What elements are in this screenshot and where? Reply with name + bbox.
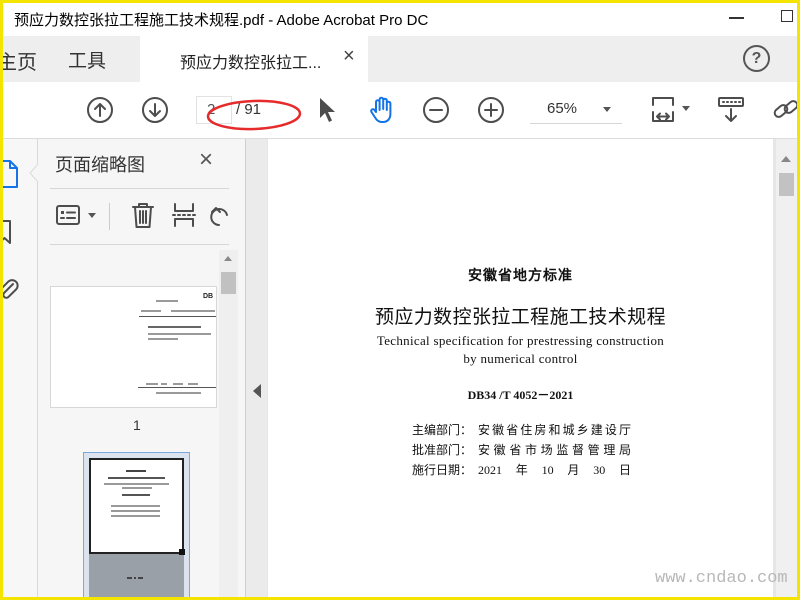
arrow-down-circle-icon[interactable]: [141, 96, 169, 124]
english-title-line: by numerical control: [463, 351, 578, 366]
thumbnail-view-box[interactable]: [89, 458, 184, 554]
annotation-ellipse: [206, 99, 302, 131]
maximize-icon: [781, 10, 793, 22]
chevron-left-icon: [253, 384, 261, 398]
tab-home[interactable]: 主页: [0, 36, 48, 82]
page-thumbnail[interactable]: DB: [50, 286, 217, 408]
zoom-select[interactable]: 65%: [530, 96, 622, 124]
info-value: 安徽省住房和城乡建设厅: [478, 423, 631, 437]
toolbar: [0, 82, 800, 139]
hand-tool-icon[interactable]: [367, 95, 397, 125]
thumbnail-page-label: 1: [133, 417, 141, 433]
scroll-mode-icon[interactable]: [716, 95, 746, 125]
thumbnail-cover-mark: DB: [203, 293, 214, 300]
bookmark-icon[interactable]: [0, 219, 13, 246]
minimize-button[interactable]: [722, 4, 752, 32]
tab-document[interactable]: 预应力数控张拉工... ×: [140, 36, 368, 82]
window-title: 预应力数控张拉工程施工技术规程.pdf - Adobe Acrobat Pro …: [14, 12, 429, 29]
toolbar-separator: [109, 203, 110, 230]
link-button[interactable]: [771, 95, 797, 125]
tab-bar: [0, 36, 800, 82]
active-pane-pointer: [29, 164, 39, 182]
panel-close-button[interactable]: ×: [199, 146, 213, 174]
tab-document-label: 预应力数控张拉工...: [180, 55, 322, 72]
info-value: 安徽省市场监督管理局: [478, 443, 631, 457]
navigation-pane-strip: [0, 139, 38, 600]
divider: [50, 244, 229, 245]
link-icon: [773, 100, 797, 118]
chevron-down-icon: [603, 107, 611, 112]
tab-tools[interactable]: 工具: [68, 46, 106, 73]
fit-page-dropdown-icon[interactable]: [682, 106, 690, 111]
select-pointer-icon[interactable]: [316, 96, 338, 124]
document-page: 安徽省地方标准 预应力数控张拉工程施工技术规程 Technical specif…: [268, 139, 773, 600]
info-row: 批准部门： 安徽省市场监督管理局: [412, 441, 632, 457]
tab-close-button[interactable]: ×: [343, 45, 355, 68]
maximize-button[interactable]: [774, 4, 798, 32]
zoom-out-icon[interactable]: [422, 96, 450, 124]
panel-title: 页面缩略图: [55, 155, 145, 175]
watermark: www.cndao.com: [655, 569, 788, 588]
zoom-in-icon[interactable]: [477, 96, 505, 124]
info-label: 施行日期：: [412, 463, 473, 477]
document-title: 预应力数控张拉工程施工技术规程: [374, 307, 666, 328]
info-row: 主编部门： 安徽省住房和城乡建设厅: [412, 421, 632, 437]
scroll-up-icon[interactable]: [781, 156, 791, 162]
info-label: 主编部门：: [412, 423, 473, 437]
scrollbar-thumb[interactable]: [221, 272, 236, 294]
collapse-pane-handle[interactable]: [246, 139, 267, 600]
fit-page-icon[interactable]: [648, 95, 678, 125]
minimize-icon: [729, 17, 744, 19]
thumbnail-options-icon[interactable]: [55, 203, 83, 227]
info-label: 批准部门：: [412, 443, 473, 457]
tab-home-label: 主页: [0, 52, 37, 74]
trash-icon[interactable]: [130, 201, 156, 229]
divider: [50, 188, 229, 189]
insert-pages-icon[interactable]: [170, 201, 198, 229]
panel-scrollbar[interactable]: [219, 250, 238, 600]
zoom-value: 65%: [547, 100, 578, 117]
scroll-up-icon[interactable]: [224, 256, 232, 261]
help-button[interactable]: ?: [743, 45, 770, 72]
standard-header: 安徽省地方标准: [468, 269, 573, 284]
scrollbar-thumb[interactable]: [779, 173, 794, 196]
standard-code: DB34 /T 4052－2021: [467, 388, 574, 402]
rotate-icon[interactable]: [208, 201, 232, 229]
view-box-resize-handle[interactable]: [179, 549, 185, 555]
info-value: 2021年10月30日: [478, 463, 631, 477]
info-row: 施行日期： 2021年10月30日: [412, 461, 632, 477]
arrow-up-circle-icon[interactable]: [86, 96, 114, 124]
options-dropdown-icon[interactable]: [88, 213, 96, 218]
english-title-line: Technical specification for prestressing…: [376, 333, 665, 348]
paperclip-icon[interactable]: [0, 275, 19, 303]
document-scrollbar[interactable]: [776, 139, 797, 600]
page-thumbnails-icon[interactable]: [0, 159, 20, 189]
